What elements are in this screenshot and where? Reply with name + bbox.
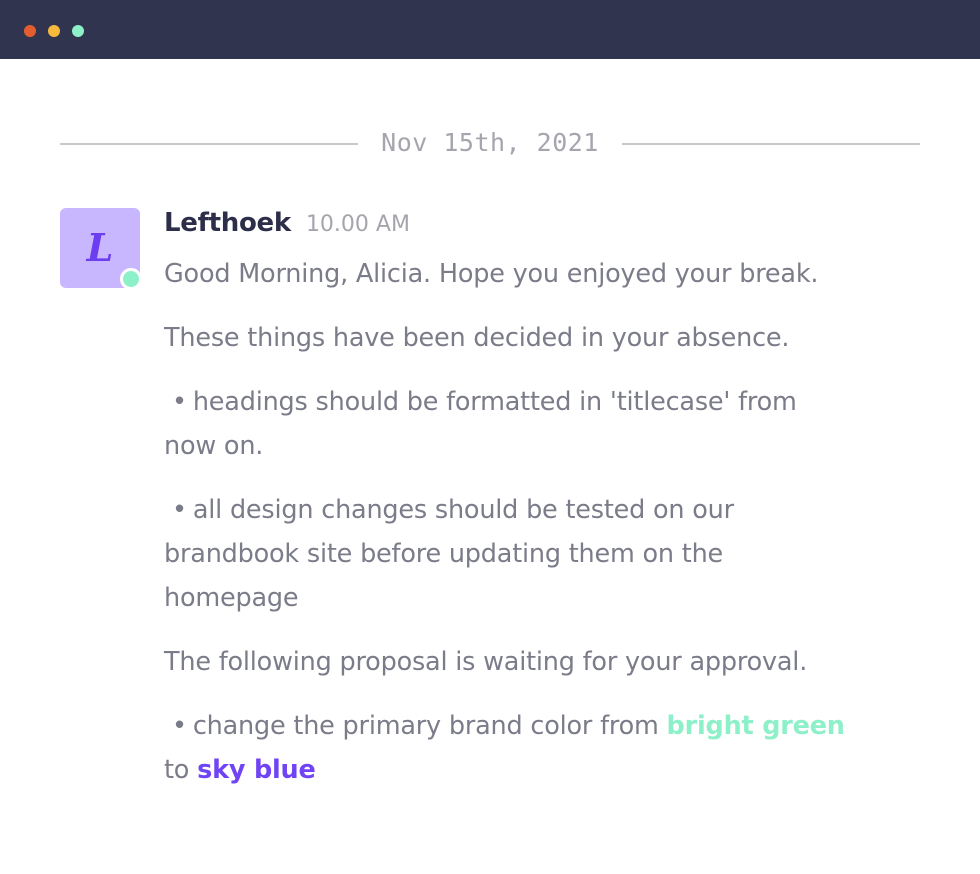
highlight-sky-blue: sky blue — [197, 755, 316, 785]
message-timestamp: 10.00 AM — [305, 212, 410, 237]
list-item-text: now on. — [164, 431, 264, 461]
list-item: • all design changes should be tested on … — [164, 488, 934, 620]
message-greeting: Good Morning, Alicia. Hope you enjoyed y… — [164, 259, 819, 289]
maximize-window-button[interactable] — [72, 25, 84, 37]
message-body: Good Morning, Alicia. Hope you enjoyed y… — [164, 252, 934, 792]
title-bar — [0, 0, 980, 59]
list-item-text: all design changes should be tested on o… — [192, 495, 734, 525]
list-item: • change the primary brand color from bri… — [164, 704, 934, 792]
date-divider: Nov 15th, 2021 — [60, 126, 920, 162]
bullet-icon: • — [172, 495, 187, 525]
online-status-indicator — [120, 268, 142, 290]
chat-message: Lefthoek 10.00 AM Good Morning, Alicia. … — [164, 208, 934, 792]
message-intro: These things have been decided in your a… — [164, 323, 790, 353]
chat-window: Nov 15th, 2021 L Lefthoek 10.00 AM Good … — [0, 0, 980, 874]
list-item: • headings should be formatted in 'titlec… — [164, 380, 934, 468]
proposal-text: to — [164, 755, 198, 785]
minimize-window-button[interactable] — [48, 25, 60, 37]
bullet-icon: • — [172, 387, 187, 417]
proposal-intro: The following proposal is waiting for yo… — [164, 647, 808, 677]
highlight-bright-green: bright green — [666, 711, 845, 741]
close-window-button[interactable] — [24, 25, 36, 37]
list-item-text: homepage — [164, 583, 299, 613]
bullet-icon: • — [172, 711, 187, 741]
message-author[interactable]: Lefthoek — [164, 208, 291, 238]
message-header: Lefthoek 10.00 AM — [164, 208, 934, 252]
divider-line-right — [622, 143, 920, 145]
list-item-text: headings should be formatted in 'titleca… — [192, 387, 797, 417]
proposal-text: change the primary brand color from — [192, 711, 667, 741]
avatar-initial: L — [86, 225, 114, 270]
list-item-text: brandbook site before updating them on t… — [164, 539, 724, 569]
